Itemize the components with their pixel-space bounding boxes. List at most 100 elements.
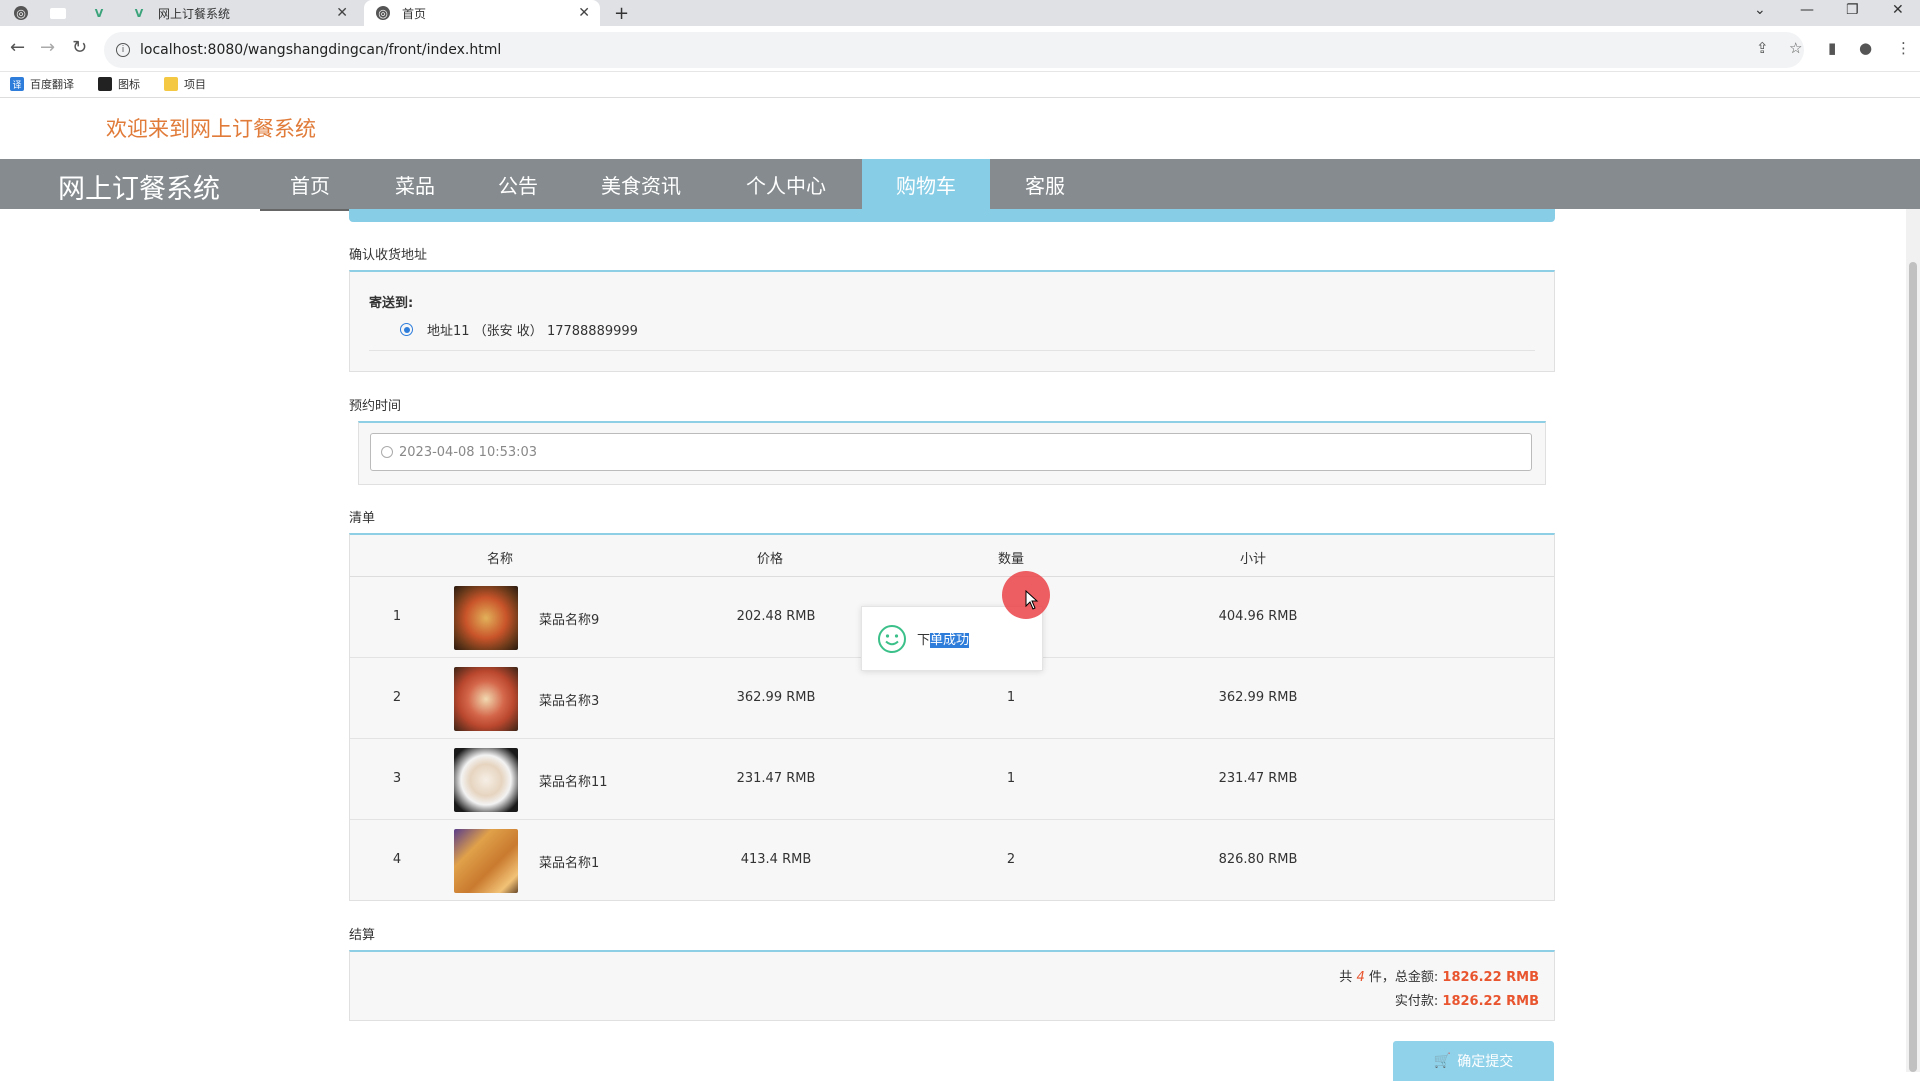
bookmark-label: 项目 (184, 78, 206, 91)
send-to-label: 寄送到: (369, 296, 414, 311)
dish-qty[interactable]: 2 (1007, 852, 1015, 867)
count-prefix: 共 (1339, 970, 1353, 985)
pinned-tab-3[interactable]: V (92, 0, 116, 26)
reload-icon[interactable]: ↻ (72, 37, 87, 58)
row-index: 3 (392, 771, 402, 786)
share-icon[interactable]: ⇪ (1756, 39, 1769, 57)
address-text: 地址11 （张安 收） 17788889999 (427, 324, 638, 339)
settle-section-title: 结算 (349, 928, 376, 943)
row-index: 2 (392, 690, 402, 705)
total-summary: 共 4 件，总金额: 1826.22 RMB (1339, 966, 1539, 985)
table-row: 4 菜品名称1 413.4 RMB 2 826.80 RMB (350, 820, 1554, 901)
address-option[interactable]: 地址11 （张安 收） 17788889999 (400, 320, 638, 339)
bookmarks-bar: 译 百度翻译 图标 项目 (0, 72, 1920, 98)
pinned-tab-1[interactable]: ◎ (14, 0, 38, 26)
nav-dishes[interactable]: 菜品 (365, 159, 465, 209)
dish-qty[interactable]: 1 (1007, 690, 1015, 705)
toast-text-selected: 单成功 (930, 633, 970, 648)
dish-name: 菜品名称9 (539, 613, 600, 628)
tab-title: 首页 (402, 6, 427, 21)
table-header: 名称 价格 数量 小计 (350, 535, 1554, 577)
bookmark-label: 图标 (118, 78, 140, 91)
profile-icon[interactable]: ● (1859, 39, 1872, 57)
browser-tab-bar: ◎ V V 网上订餐系统 ✕ ◎ 首页 ✕ + ⌄ — ❐ ✕ (0, 0, 1920, 26)
order-table: 名称 价格 数量 小计 1 菜品名称9 202.48 RMB 404.96 RM… (349, 533, 1555, 901)
paid-label: 实付款: (1394, 994, 1439, 1009)
reservation-time-input[interactable]: 2023-04-08 10:53:03 (370, 433, 1532, 471)
page-scrollbar-thumb[interactable] (1909, 262, 1917, 1072)
bookmark-folder-projects[interactable]: 项目 (164, 76, 206, 92)
globe-icon: ◎ (14, 6, 28, 20)
url-input[interactable]: i localhost:8080/wangshangdingcan/front/… (104, 32, 1804, 68)
header-name: 名称 (486, 552, 514, 567)
tab-search-icon[interactable]: ⌄ (1754, 2, 1766, 18)
translate-icon: 译 (10, 77, 24, 91)
globe-icon: ◎ (376, 6, 390, 20)
dish-price: 362.99 RMB (736, 690, 816, 705)
forward-icon[interactable]: → (40, 37, 55, 58)
cart-icon: 🛒 (1433, 1053, 1452, 1069)
dish-price: 413.4 RMB (740, 852, 812, 867)
dish-subtotal: 231.47 RMB (1218, 771, 1298, 786)
restore-icon[interactable]: ❐ (1846, 2, 1859, 18)
submit-label: 确定提交 (1457, 1054, 1514, 1070)
minimize-icon[interactable]: — (1800, 2, 1814, 18)
row-index: 4 (392, 852, 402, 867)
nav-notice[interactable]: 公告 (468, 159, 568, 209)
count-suffix: 件，总金额: (1368, 970, 1439, 985)
dish-name: 菜品名称3 (539, 694, 600, 709)
dish-price: 202.48 RMB (736, 609, 816, 624)
site-brand[interactable]: 网上订餐系统 (58, 167, 220, 206)
address-bar: ← → ↻ i localhost:8080/wangshangdingcan/… (0, 26, 1920, 72)
dish-name: 菜品名称1 (539, 856, 600, 871)
main-nav: 网上订餐系统 首页 菜品 公告 美食资讯 个人中心 购物车 客服 (0, 159, 1920, 209)
smile-icon (878, 624, 906, 653)
divider (369, 350, 1535, 351)
close-icon[interactable]: ✕ (578, 5, 590, 21)
submit-order-button[interactable]: 🛒 确定提交 (1393, 1041, 1554, 1081)
content-top-strip (349, 209, 1555, 222)
item-count: 4 (1356, 970, 1365, 985)
header-price: 价格 (756, 552, 784, 567)
tab-title: 网上订餐系统 (158, 6, 231, 21)
dish-qty[interactable]: 1 (1007, 771, 1015, 786)
dish-image (454, 829, 518, 893)
address-section-title: 确认收货地址 (349, 248, 428, 263)
blank-page-icon (50, 7, 66, 19)
menu-icon[interactable]: ⋮ (1896, 39, 1911, 57)
time-panel: 2023-04-08 10:53:03 (358, 421, 1546, 485)
pinned-tab-2[interactable] (50, 0, 74, 26)
bookmark-label: 百度翻译 (30, 78, 74, 91)
paid-amount: 1826.22 RMB (1442, 994, 1539, 1009)
side-panel-icon[interactable]: ▮ (1828, 39, 1836, 57)
star-icon[interactable]: ☆ (1789, 39, 1802, 57)
vue-icon: V (94, 6, 104, 20)
nav-home[interactable]: 首页 (260, 159, 360, 209)
new-tab-button[interactable]: + (614, 0, 638, 26)
dish-name: 菜品名称11 (539, 775, 608, 790)
close-icon[interactable]: ✕ (336, 5, 348, 21)
icon-font-icon (98, 77, 112, 91)
nav-profile[interactable]: 个人中心 (715, 159, 857, 209)
table-row: 3 菜品名称11 231.47 RMB 1 231.47 RMB (350, 739, 1554, 820)
dish-image (454, 748, 518, 812)
clock-icon (381, 446, 393, 458)
back-icon[interactable]: ← (10, 37, 25, 58)
settle-panel: 共 4 件，总金额: 1826.22 RMB 实付款: 1826.22 RMB (349, 950, 1555, 1021)
dish-image (454, 667, 518, 731)
nav-food-news[interactable]: 美食资讯 (570, 159, 712, 209)
nav-cart[interactable]: 购物车 (862, 159, 990, 209)
bookmark-icons[interactable]: 图标 (98, 76, 140, 92)
address-radio[interactable] (400, 323, 413, 336)
bookmark-baidu-translate[interactable]: 译 百度翻译 (10, 76, 74, 92)
vue-icon: V (134, 6, 144, 20)
header-subtotal: 小计 (1239, 552, 1267, 567)
close-window-icon[interactable]: ✕ (1892, 2, 1904, 18)
toast-text: 下 (917, 633, 931, 648)
nav-service[interactable]: 客服 (990, 159, 1100, 209)
tab-home[interactable]: ◎ 首页 ✕ (364, 0, 600, 26)
reservation-time-value: 2023-04-08 10:53:03 (399, 444, 538, 460)
info-icon[interactable]: i (116, 43, 130, 57)
tab-ordering-system[interactable]: V 网上订餐系统 ✕ (132, 0, 358, 26)
address-panel: 寄送到: 地址11 （张安 收） 17788889999 (349, 270, 1555, 372)
